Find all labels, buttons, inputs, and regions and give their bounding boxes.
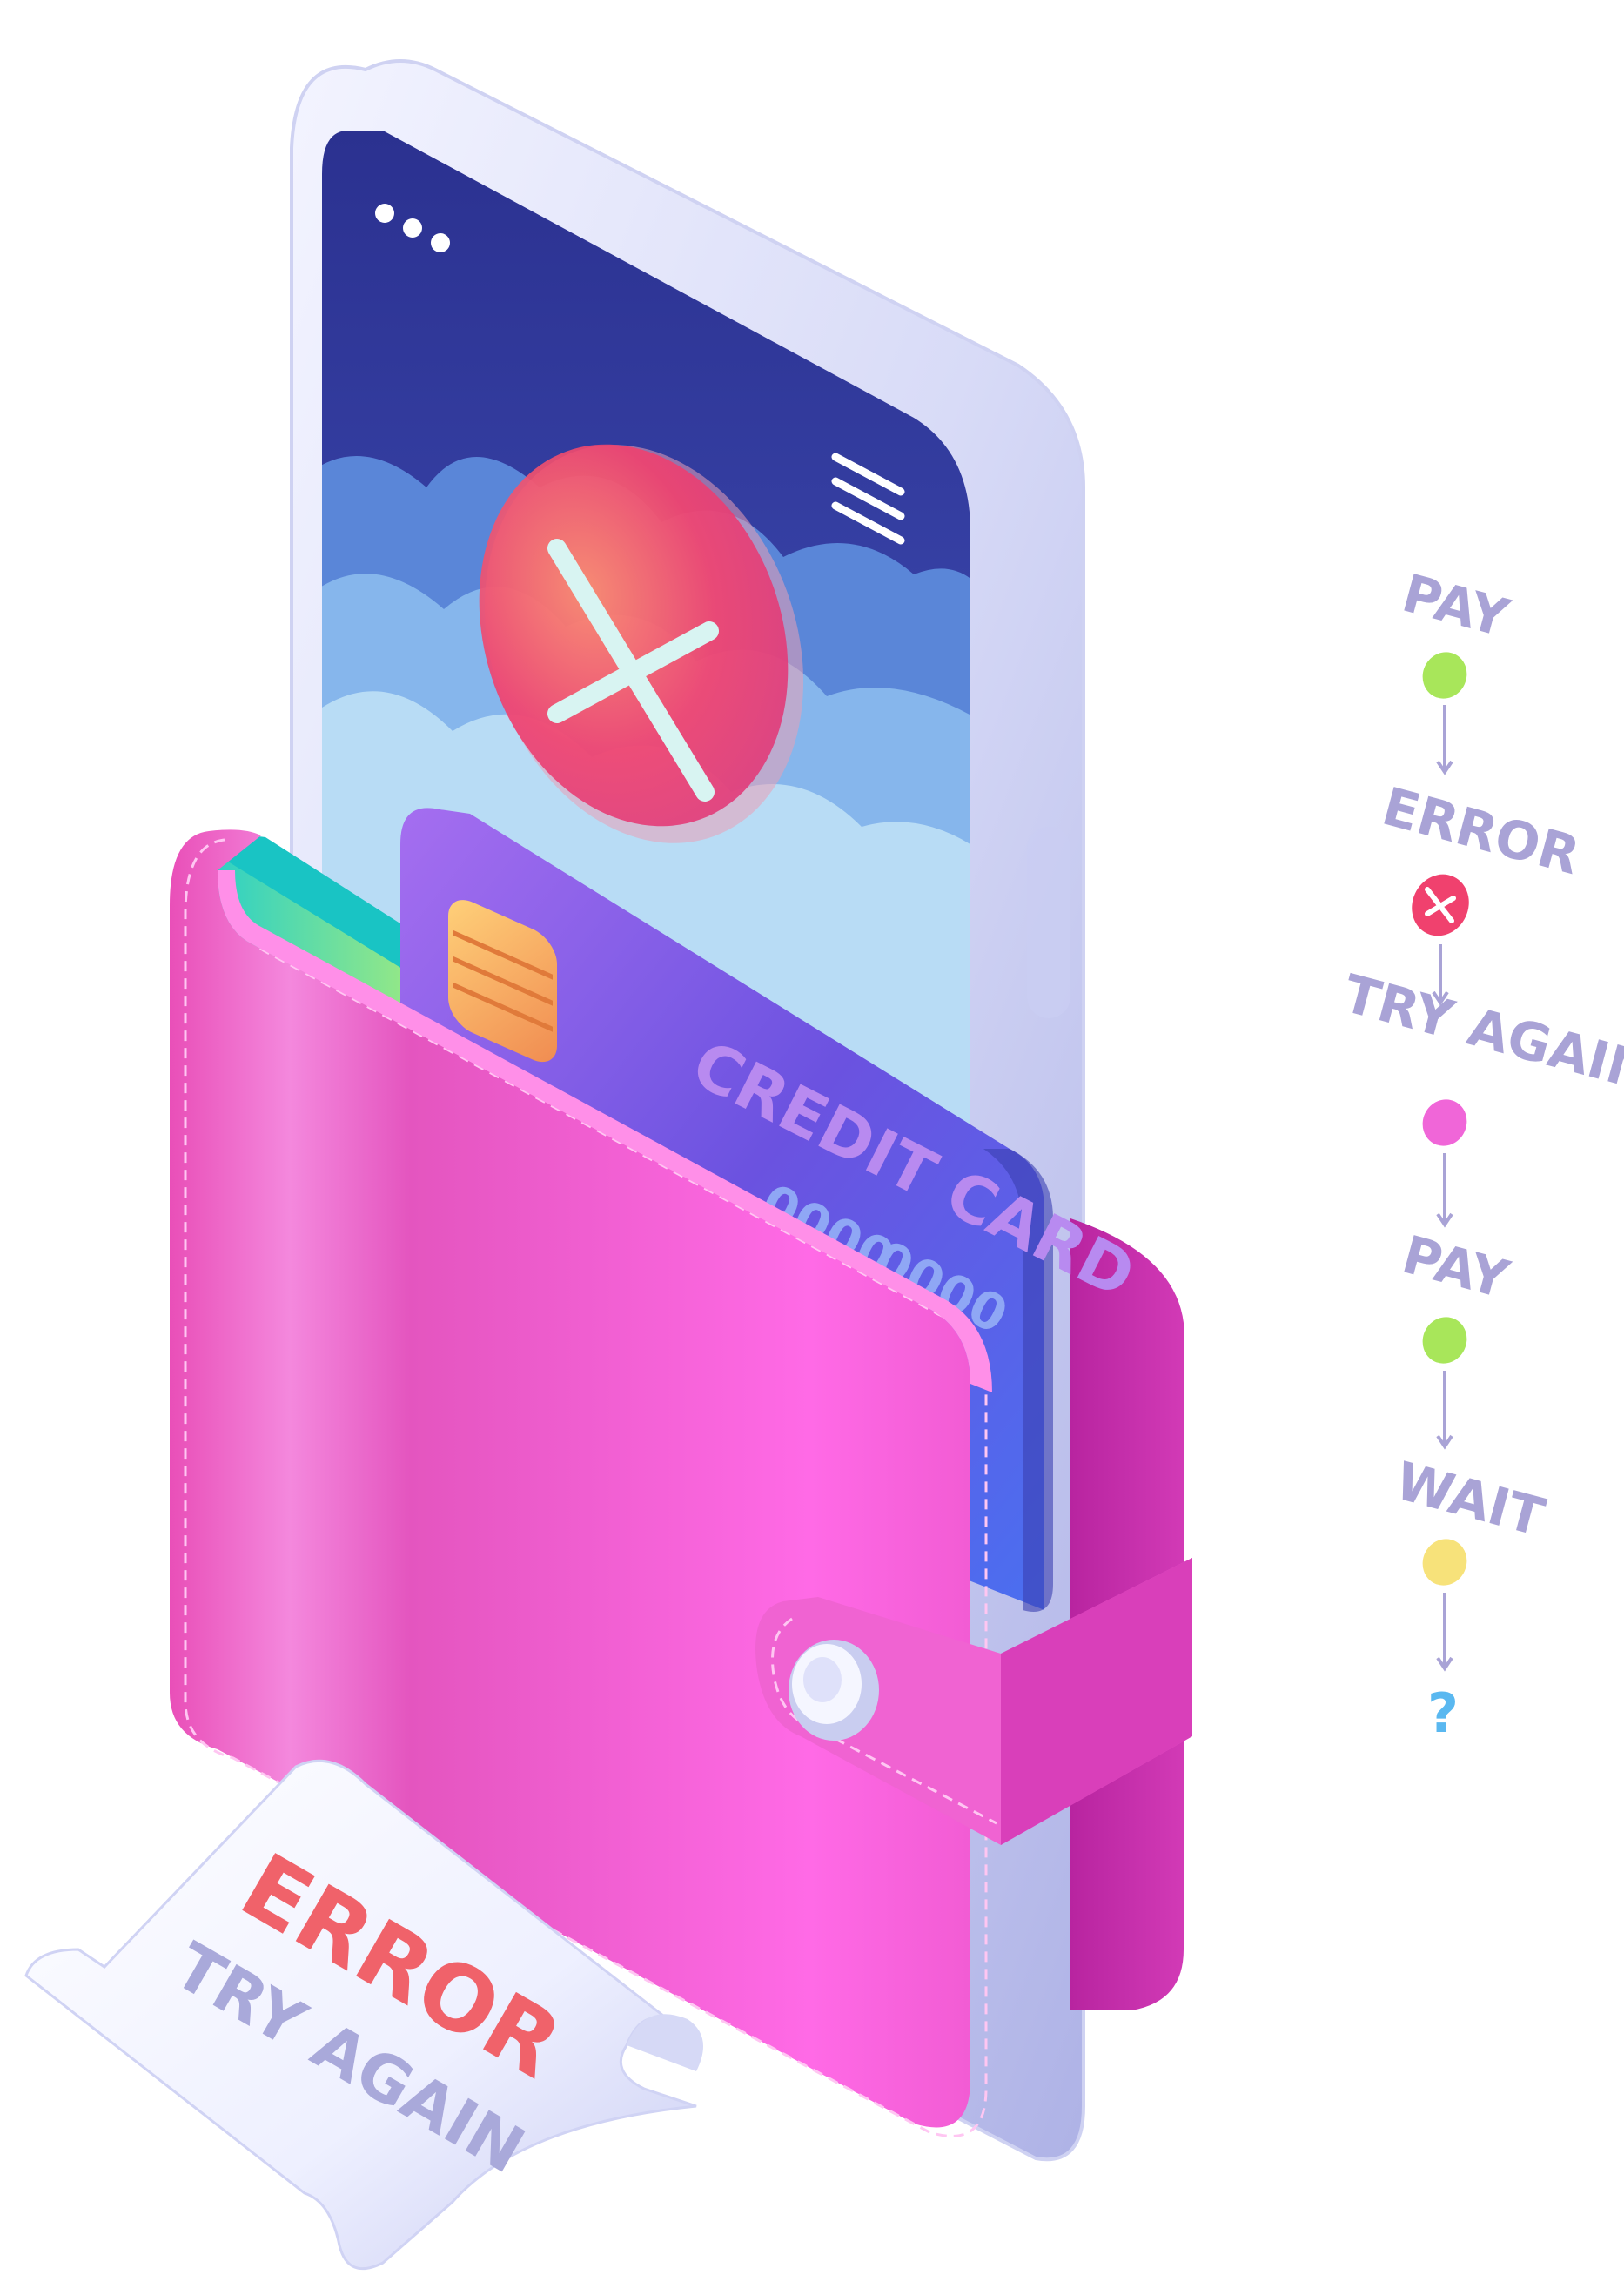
- flow-step-4-dot: [1422, 1317, 1467, 1364]
- flow-arrow-3: [1436, 1153, 1453, 1228]
- flow-step-4-label: PAY: [1396, 1225, 1516, 1312]
- snap-button-icon[interactable]: [789, 1640, 879, 1741]
- flow-arrow-5: [1436, 1593, 1453, 1672]
- flow-step-1-dot: [1422, 652, 1467, 699]
- flow-step-2-dot: [1412, 874, 1469, 936]
- phone-side-button: [1027, 827, 1070, 1018]
- flow-step-5-label: WAIT: [1389, 1451, 1550, 1548]
- illustration-scene: CREDIT CARD 0000 0000 ERROR TRY AGAIN PA…: [24, 59, 1624, 2271]
- flow-step-3-label: TRY AGAIN: [1337, 963, 1624, 1104]
- flow-step-3-dot: [1422, 1099, 1467, 1146]
- flow-arrow-4: [1436, 1371, 1453, 1450]
- payment-flow: PAY ERROR TRY AGAIN PAY WAIT ?: [1337, 563, 1624, 1745]
- flow-step-1-label: PAY: [1396, 563, 1516, 650]
- flow-step-5-dot: [1422, 1539, 1467, 1586]
- flow-step-2-label: ERROR: [1376, 776, 1586, 887]
- flow-end-label: ?: [1427, 1681, 1459, 1745]
- flow-arrow-1: [1436, 705, 1453, 775]
